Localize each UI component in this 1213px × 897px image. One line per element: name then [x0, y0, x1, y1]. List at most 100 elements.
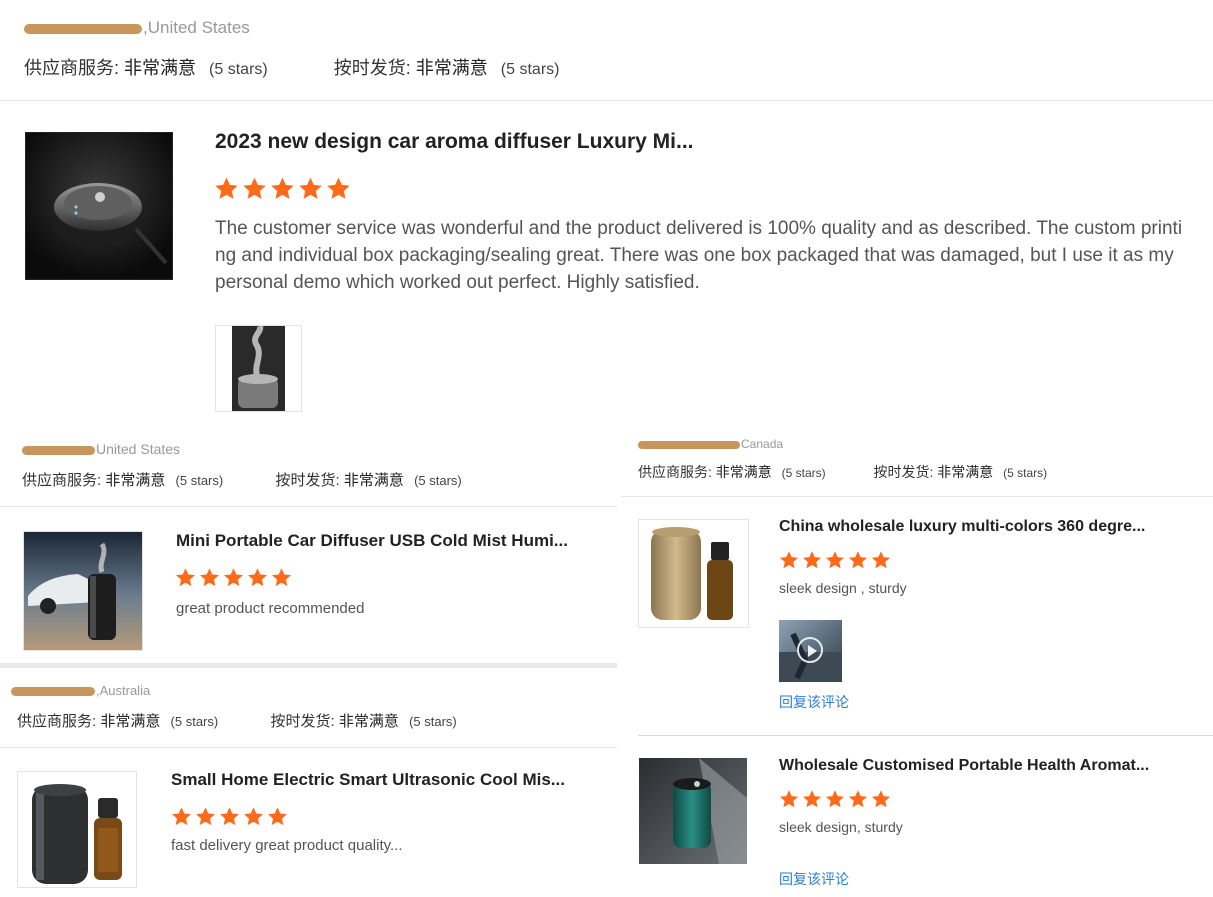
- rating-stars: [779, 789, 891, 809]
- star-icon: [271, 177, 294, 199]
- star-icon: [215, 177, 238, 199]
- divider: [0, 747, 617, 748]
- reviewer-line: United States: [22, 441, 180, 457]
- star-icon: [268, 807, 287, 826]
- supplier-ratings: 供应商服务: 非常满意 (5 stars) 按时发货: 非常满意 (5 star…: [638, 462, 1047, 482]
- star-icon: [780, 790, 798, 808]
- shipping-value: 非常满意: [937, 464, 994, 480]
- star-icon: [872, 790, 890, 808]
- review-card-4: Canada 供应商服务: 非常满意 (5 stars) 按时发货: 非常满意 …: [621, 425, 1213, 735]
- product-thumbnail[interactable]: [17, 771, 137, 888]
- mist-diffuser-photo: [216, 326, 301, 411]
- star-icon: [272, 568, 291, 587]
- rating-stars: [171, 806, 288, 827]
- redacted-reviewer-name: [24, 23, 142, 34]
- shipping-value: 非常满意: [415, 58, 488, 78]
- review-video[interactable]: [779, 620, 842, 682]
- supplier-ratings: 供应商服务: 非常满意 (5 stars) 按时发货: 非常满意 (5 star…: [22, 469, 462, 490]
- supplier-service-value: 非常满意: [715, 464, 772, 480]
- shipping-stars: (5 stars): [500, 61, 560, 78]
- product-thumbnail[interactable]: [638, 519, 749, 628]
- reply-link[interactable]: 回复该评论: [779, 869, 849, 889]
- redacted-reviewer-name: [638, 440, 740, 449]
- supplier-service-label: 供应商服务:: [638, 464, 712, 480]
- teal-diffuser-image: [639, 758, 747, 864]
- review-card-2: United States 供应商服务: 非常满意 (5 stars) 按时发货…: [0, 425, 617, 663]
- supplier-service-value: 非常满意: [100, 713, 161, 730]
- star-icon: [780, 551, 798, 569]
- car-diffuser-image: [24, 532, 142, 650]
- review-text: The customer service was wonderful and t…: [215, 218, 1183, 293]
- star-icon: [299, 177, 322, 199]
- electric-diffuser-image: [18, 772, 136, 887]
- star-icon: [196, 807, 215, 826]
- divider: [621, 496, 1213, 497]
- star-icon: [248, 568, 267, 587]
- star-icon: [224, 568, 243, 587]
- star-icon: [243, 177, 266, 199]
- shipping-value: 非常满意: [343, 472, 404, 489]
- shipping-stars: (5 stars): [1003, 466, 1048, 480]
- star-icon: [826, 790, 844, 808]
- star-icon: [244, 807, 263, 826]
- star-icon: [176, 568, 195, 587]
- review-text: sleek design , sturdy: [779, 580, 907, 596]
- review-card-5: Wholesale Customised Portable Health Aro…: [621, 736, 1213, 897]
- shipping-label: 按时发货:: [275, 472, 340, 489]
- shipping-label: 按时发货:: [270, 713, 335, 730]
- reviewer-line: ,Australia: [11, 683, 150, 698]
- reviewer-country: Canada: [741, 437, 784, 451]
- car-diffuser-image: [26, 133, 172, 279]
- star-icon: [327, 177, 350, 199]
- product-thumbnail[interactable]: [25, 132, 173, 280]
- divider: [0, 506, 617, 507]
- supplier-service-value: 非常满意: [105, 472, 166, 489]
- shipping-label: 按时发货:: [873, 464, 934, 480]
- review-card-1: ,United States 供应商服务: 非常满意 (5 stars) 按时发…: [0, 0, 1213, 425]
- shipping-label: 按时发货:: [333, 58, 411, 78]
- product-thumbnail[interactable]: [23, 531, 143, 651]
- star-icon: [849, 551, 867, 569]
- shipping-stars: (5 stars): [414, 473, 462, 488]
- play-icon[interactable]: [797, 637, 823, 663]
- product-title[interactable]: Mini Portable Car Diffuser USB Cold Mist…: [176, 531, 568, 551]
- reviewer-country: ,Australia: [96, 683, 151, 698]
- star-icon: [826, 551, 844, 569]
- reviewer-country: United States: [96, 441, 181, 457]
- redacted-reviewer-name: [11, 687, 95, 697]
- product-thumbnail[interactable]: [639, 758, 747, 864]
- review-photo[interactable]: [215, 325, 302, 412]
- reviewer-line: Canada: [638, 437, 783, 451]
- rating-stars: [175, 567, 292, 588]
- divider: [0, 100, 1213, 101]
- review-text: great product recommended: [176, 600, 365, 617]
- reviewer-country: ,United States: [143, 18, 250, 37]
- star-icon: [803, 551, 821, 569]
- star-icon: [172, 807, 191, 826]
- star-icon: [220, 807, 239, 826]
- product-title[interactable]: Small Home Electric Smart Ultrasonic Coo…: [171, 770, 565, 790]
- rating-stars: [779, 550, 891, 570]
- rating-stars: [214, 176, 351, 201]
- supplier-service-label: 供应商服务:: [17, 713, 97, 730]
- star-icon: [849, 790, 867, 808]
- supplier-ratings: 供应商服务: 非常满意 (5 stars) 按时发货: 非常满意 (5 star…: [24, 54, 559, 80]
- supplier-service-label: 供应商服务:: [22, 472, 102, 489]
- star-icon: [200, 568, 219, 587]
- reply-link[interactable]: 回复该评论: [779, 692, 849, 712]
- product-title[interactable]: 2023 new design car aroma diffuser Luxur…: [215, 130, 694, 154]
- shipping-value: 非常满意: [338, 713, 399, 730]
- reviewer-line: ,United States: [24, 18, 250, 38]
- product-title[interactable]: Wholesale Customised Portable Health Aro…: [779, 757, 1149, 775]
- supplier-ratings: 供应商服务: 非常满意 (5 stars) 按时发货: 非常满意 (5 star…: [17, 710, 457, 731]
- supplier-service-stars: (5 stars): [209, 61, 268, 78]
- review-card-3: ,Australia 供应商服务: 非常满意 (5 stars) 按时发货: 非…: [0, 668, 617, 897]
- product-title[interactable]: China wholesale luxury multi-colors 360 …: [779, 518, 1145, 536]
- star-icon: [872, 551, 890, 569]
- redacted-reviewer-name: [22, 445, 95, 455]
- gold-diffuser-image: [639, 520, 748, 627]
- supplier-service-value: 非常满意: [124, 58, 197, 78]
- review-text: sleek design, sturdy: [779, 819, 903, 835]
- supplier-service-label: 供应商服务:: [24, 58, 120, 78]
- shipping-stars: (5 stars): [409, 714, 457, 729]
